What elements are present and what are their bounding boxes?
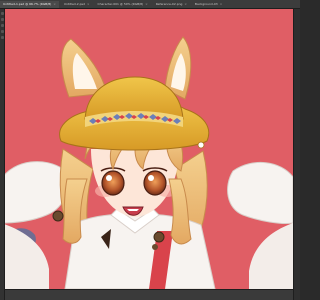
close-icon[interactable]: × (220, 1, 223, 8)
marquee-tool-icon[interactable] (1, 18, 4, 21)
teeth (127, 209, 139, 211)
close-icon[interactable]: × (184, 1, 187, 8)
close-icon[interactable]: × (87, 1, 90, 8)
app-window: Untitled-1.psd @ 66.7% (RGB/8) × Untitle… (0, 0, 300, 300)
brush-tool-icon[interactable] (1, 30, 4, 33)
shirt-button (152, 244, 158, 250)
document-tab-2[interactable]: Untitled-2.psd × (61, 1, 93, 8)
right-panel-strip (293, 9, 300, 300)
tab-label: Reference-02.png (155, 1, 183, 6)
canvas-viewport[interactable] (5, 9, 293, 289)
tab-label: Untitled-1.psd @ 66.7% (RGB/8) (3, 1, 52, 6)
hair-tie-left (52, 210, 64, 222)
status-bar (5, 289, 293, 300)
lasso-tool-icon[interactable] (1, 24, 4, 27)
document-tab-1[interactable]: Untitled-1.psd @ 66.7% (RGB/8) × (0, 0, 59, 8)
document-tab-4[interactable]: Reference-02.png × (153, 1, 190, 8)
tab-label: Background-03 (194, 1, 218, 6)
document-tab-3[interactable]: Character-001 @ 50% (RGB/8) × (95, 1, 151, 8)
tab-label: Character-001 @ 50% (RGB/8) (97, 1, 144, 6)
character-illustration (5, 9, 293, 289)
document-tab-5[interactable]: Background-03 × (192, 1, 225, 8)
document-tab-bar: Untitled-1.psd @ 66.7% (RGB/8) × Untitle… (0, 0, 300, 9)
hair-tie-right (153, 231, 165, 243)
eraser-tool-icon[interactable] (1, 36, 4, 39)
move-tool-icon[interactable] (1, 12, 4, 15)
tab-label: Untitled-2.psd (63, 1, 86, 6)
close-icon[interactable]: × (145, 1, 148, 8)
close-icon[interactable]: × (53, 1, 56, 8)
